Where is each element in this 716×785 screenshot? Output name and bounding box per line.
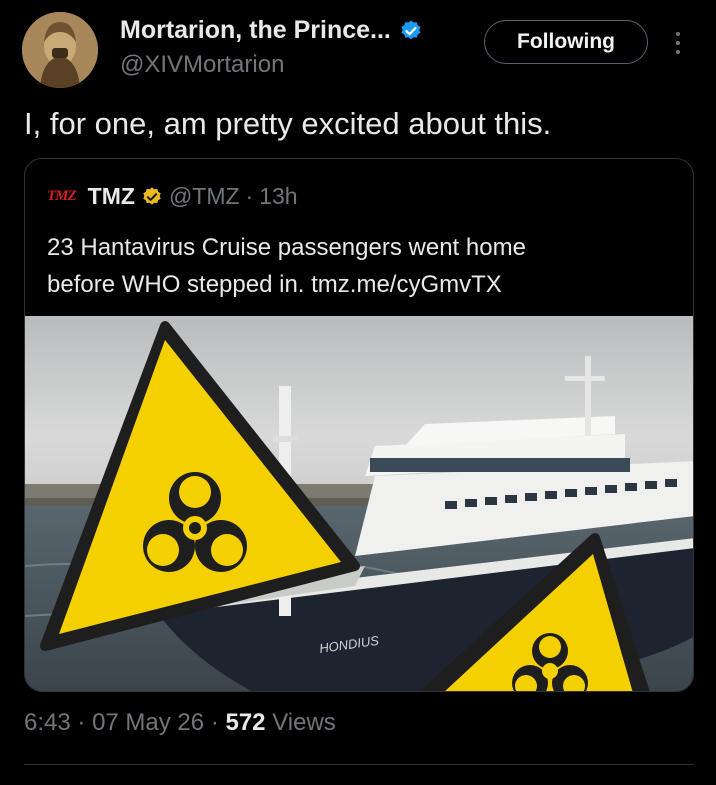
quote-text-line: 23 Hantavirus Cruise passengers went hom… xyxy=(47,234,526,261)
views-label: Views xyxy=(272,709,336,736)
following-button[interactable]: Following xyxy=(484,20,648,64)
meta-separator: · xyxy=(77,709,86,736)
quote-author-handle[interactable]: @TMZ xyxy=(169,183,240,210)
quote-tweet-card[interactable]: TMZ TMZ @TMZ · 13h 23 Hantavirus Cruise … xyxy=(24,158,694,692)
divider xyxy=(24,764,694,765)
tweet-date[interactable]: 07 May 26 xyxy=(92,709,204,736)
tweet-time[interactable]: 6:43 xyxy=(24,709,71,736)
quote-image[interactable]: HONDIUS xyxy=(25,316,694,692)
gold-verified-badge-icon xyxy=(141,186,163,208)
quote-separator: · xyxy=(245,183,254,209)
quote-author-name[interactable]: TMZ xyxy=(88,183,135,210)
avatar-portrait-icon xyxy=(22,12,98,88)
avatar[interactable] xyxy=(22,12,98,88)
meta-separator: · xyxy=(210,709,219,736)
verified-badge-icon[interactable] xyxy=(399,19,423,43)
tweet-meta: 6:43 · 07 May 26 · 572 Views xyxy=(24,709,336,737)
quote-text: 23 Hantavirus Cruise passengers went hom… xyxy=(47,229,667,303)
author-handle[interactable]: @XIVMortarion xyxy=(120,51,284,79)
tmz-logo: TMZ xyxy=(47,188,77,204)
quote-text-line: before WHO stepped in. tmz.me/cyGmvTX xyxy=(47,271,502,298)
views-count: 572 xyxy=(225,709,266,736)
author-display-name[interactable]: Mortarion, the Prince... xyxy=(120,16,391,45)
more-vertical-icon[interactable] xyxy=(668,26,688,60)
tweet-text: I, for one, am pretty excited about this… xyxy=(24,106,552,141)
author-name-row: Mortarion, the Prince... xyxy=(120,16,423,45)
quote-timestamp[interactable]: 13h xyxy=(259,183,297,210)
quote-header: TMZ TMZ @TMZ · 13h xyxy=(47,183,298,210)
